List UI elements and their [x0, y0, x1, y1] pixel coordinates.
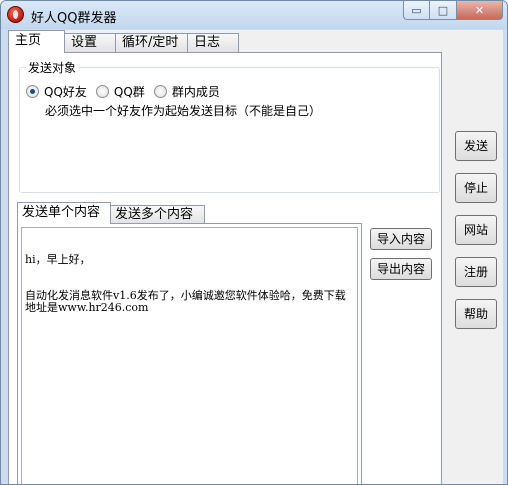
- close-button[interactable]: ✕: [457, 1, 503, 20]
- tab-settings[interactable]: 设置: [64, 33, 116, 52]
- send-target-group: 发送对象 QQ好友 QQ群 群内成员 必须选中一个好友作为起始发送目标（不能是自…: [19, 59, 440, 193]
- home-tab-page: 发送对象 QQ好友 QQ群 群内成员 必须选中一个好友作为起始发送目标（不能是自…: [8, 52, 442, 484]
- close-icon: ✕: [474, 3, 485, 17]
- message-line: 自动化发消息软件v1.6发布了，小编诚邀您软件体验哈，免费下载地址是www.hr…: [25, 289, 346, 314]
- radio-unselected-icon: [153, 85, 167, 98]
- client-area: 主页 设置 循环/定时 日志 发送对象 QQ好友 QQ群 群内成员 必须选中一个…: [8, 30, 503, 484]
- message-line: hi，早上好，: [25, 253, 91, 266]
- radio-qq-group-label: QQ群: [113, 85, 145, 99]
- message-textarea[interactable]: hi，早上好， 自动化发消息软件v1.6发布了，小编诚邀您软件体验哈，免费下载地…: [21, 227, 358, 484]
- tab-multiple-content[interactable]: 发送多个内容: [110, 205, 205, 224]
- maximize-button[interactable]: □: [430, 1, 457, 20]
- radio-group-members-label: 群内成员: [171, 85, 220, 99]
- radio-unselected-icon: [95, 85, 109, 98]
- stop-button[interactable]: 停止: [455, 173, 497, 203]
- radio-qq-friend[interactable]: QQ好友: [26, 83, 87, 100]
- single-content-page: hi，早上好， 自动化发消息软件v1.6发布了，小编诚邀您软件体验哈，免费下载地…: [17, 223, 362, 484]
- tab-single-content[interactable]: 发送单个内容: [17, 202, 111, 224]
- tab-loop-schedule[interactable]: 循环/定时: [115, 33, 188, 52]
- radio-qq-friend-label: QQ好友: [44, 85, 87, 99]
- website-button[interactable]: 网站: [455, 215, 497, 245]
- title-bar[interactable]: 好人QQ群发器 ▭ □ ✕: [1, 1, 507, 29]
- help-button[interactable]: 帮助: [455, 299, 497, 329]
- minimize-button[interactable]: ▭: [403, 1, 430, 20]
- send-target-hint: 必须选中一个好友作为起始发送目标（不能是自己）: [45, 104, 322, 118]
- radio-selected-icon: [26, 85, 39, 98]
- tab-home[interactable]: 主页: [8, 30, 65, 53]
- radio-qq-group[interactable]: QQ群: [95, 83, 145, 100]
- register-button[interactable]: 注册: [455, 257, 497, 287]
- maximize-icon: □: [437, 3, 449, 17]
- window-controls: ▭ □ ✕: [403, 1, 503, 21]
- send-target-options: QQ好友 QQ群 群内成员: [26, 83, 229, 100]
- app-logo-icon: [7, 6, 24, 23]
- window-title: 好人QQ群发器: [31, 11, 117, 26]
- tab-log[interactable]: 日志: [187, 33, 239, 52]
- send-button[interactable]: 发送: [455, 131, 497, 161]
- app-window: 好人QQ群发器 ▭ □ ✕ 主页 设置 循环/定时 日志 发送对象 QQ好友 Q…: [0, 0, 508, 485]
- import-content-button[interactable]: 导入内容: [370, 228, 432, 250]
- radio-group-members[interactable]: 群内成员: [153, 83, 220, 100]
- minimize-icon: ▭: [411, 3, 422, 17]
- send-target-group-title: 发送对象: [26, 59, 79, 76]
- export-content-button[interactable]: 导出内容: [370, 258, 432, 280]
